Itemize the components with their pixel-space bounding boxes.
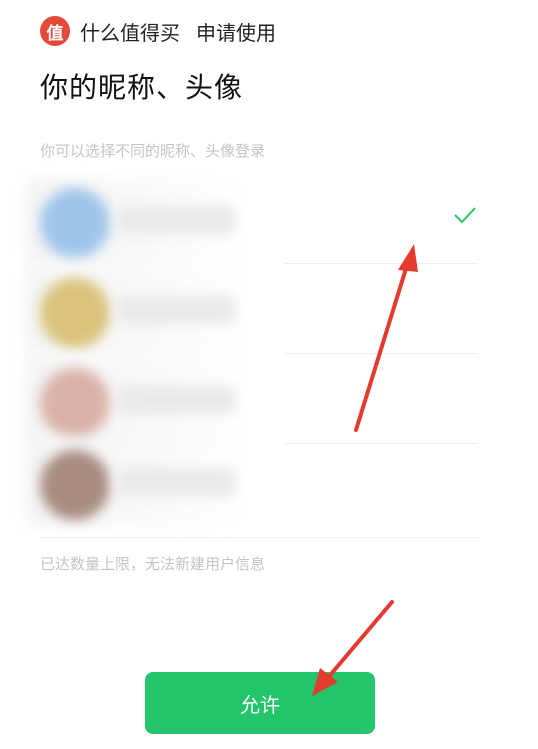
avatar [40, 450, 110, 520]
nickname-blurred [116, 296, 236, 324]
account-item-4[interactable] [26, 440, 478, 526]
page-subtitle: 你可以选择不同的昵称、头像登录 [40, 142, 266, 160]
divider [284, 353, 478, 354]
account-item-3[interactable] [26, 358, 478, 444]
checkmark-icon [454, 207, 476, 224]
avatar [40, 188, 110, 258]
nickname-blurred [116, 206, 236, 234]
account-item-2[interactable] [26, 268, 478, 354]
app-logo: 值 [40, 16, 70, 46]
account-item-1[interactable] [26, 178, 478, 264]
divider [40, 537, 478, 538]
avatar [40, 368, 110, 438]
avatar [40, 278, 110, 348]
allow-button[interactable]: 允许 [145, 672, 375, 734]
nickname-blurred [116, 468, 236, 496]
limit-notice: 已达数量上限，无法新建用户信息 [40, 555, 266, 573]
app-header: 值 什么值得买 申请使用 [40, 14, 276, 48]
page-title: 你的昵称、头像 [40, 71, 244, 104]
account-list [26, 178, 478, 534]
request-text: 申请使用 [196, 20, 276, 45]
app-name: 什么值得买 [80, 20, 180, 45]
nickname-blurred [116, 386, 236, 414]
divider [284, 263, 478, 264]
